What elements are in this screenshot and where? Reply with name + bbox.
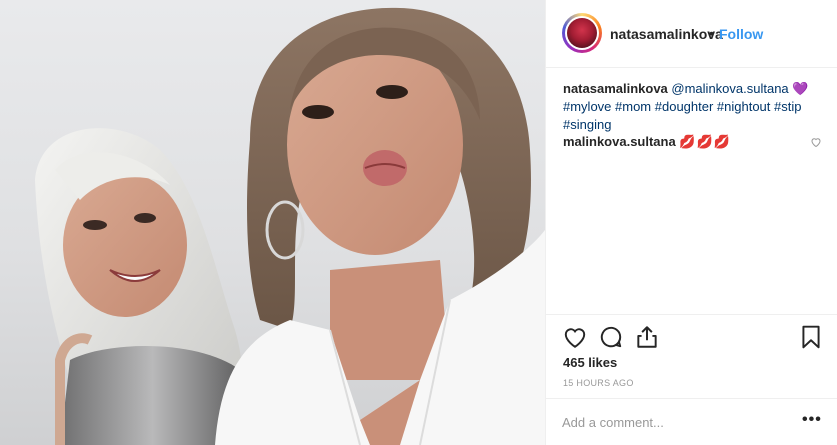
add-comment-bar: ••• — [546, 398, 837, 445]
post-timestamp[interactable]: 15 HOURS AGO — [563, 378, 634, 388]
bookmark-icon[interactable] — [798, 324, 824, 350]
instagram-post: natasamalinkova • Follow natasamalinkova… — [0, 0, 837, 445]
post-photo[interactable] — [0, 0, 545, 445]
likes-count[interactable]: 465 likes — [563, 355, 617, 370]
purple-heart-emoji: 💜 — [792, 81, 809, 96]
post-sidebar: natasamalinkova • Follow natasamalinkova… — [545, 0, 837, 445]
caption-username[interactable]: natasamalinkova — [563, 81, 668, 96]
caption-hashtags-line2[interactable]: #singing — [563, 117, 611, 132]
more-options-icon[interactable]: ••• — [802, 411, 822, 429]
speech-bubble-icon[interactable] — [598, 324, 624, 350]
caption-hashtags-line1[interactable]: #mylove #mom #doughter #nightout #stip — [563, 99, 801, 114]
actions-divider — [546, 314, 837, 315]
avatar-ring — [565, 16, 599, 50]
header-separator: • — [709, 25, 714, 41]
share-icon[interactable] — [634, 324, 660, 350]
post-header: natasamalinkova • Follow — [546, 0, 837, 68]
add-comment-input[interactable] — [562, 409, 792, 435]
comment-text: 💋💋💋 — [679, 134, 731, 149]
header-username[interactable]: natasamalinkova — [610, 26, 723, 42]
post-caption: natasamalinkova @malinkova.sultana 💜 #my… — [563, 80, 818, 134]
comment-item: malinkova.sultana 💋💋💋 — [563, 133, 813, 151]
avatar[interactable] — [562, 13, 602, 53]
heart-outline-icon[interactable] — [562, 324, 588, 350]
caption-mention[interactable]: @malinkova.sultana — [671, 81, 788, 96]
avatar-image — [567, 18, 597, 48]
comment-username[interactable]: malinkova.sultana — [563, 134, 676, 149]
follow-button[interactable]: Follow — [719, 26, 763, 42]
comment-like-heart-icon[interactable] — [810, 136, 822, 148]
